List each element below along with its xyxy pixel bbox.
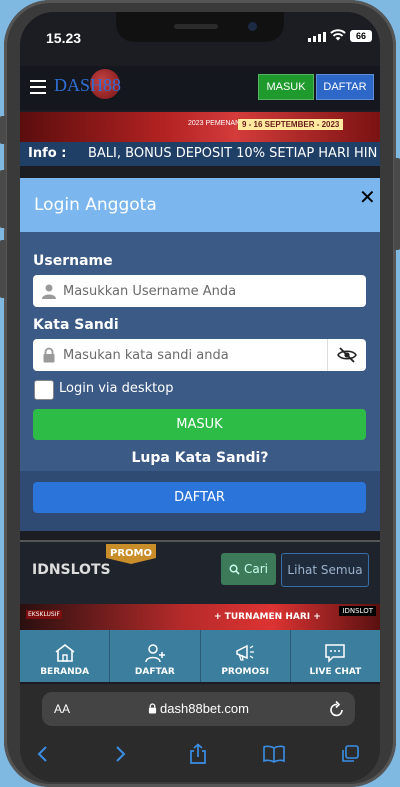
- desktop-checkbox-label[interactable]: Login via desktop: [59, 381, 173, 396]
- idnslots-section: IDNSLOTS PROMO Cari Lihat Semua: [20, 540, 380, 606]
- reload-icon[interactable]: [329, 700, 345, 718]
- status-time: 15.23: [46, 30, 82, 46]
- signal-icon: [308, 32, 326, 42]
- tabs-icon[interactable]: [338, 742, 362, 766]
- notch: [116, 12, 284, 42]
- forward-icon[interactable]: [109, 742, 133, 766]
- browser-url-bar: AA dash88bet.com: [20, 684, 380, 736]
- battery-icon: 66: [350, 30, 372, 42]
- nav-item-live-chat[interactable]: LIVE CHAT: [291, 630, 380, 682]
- eksklusif-badge: EKSKLUSIF: [26, 610, 62, 619]
- site-logo[interactable]: DASH88: [54, 75, 121, 96]
- password-label: Kata Sandi: [33, 317, 119, 333]
- bookmarks-icon[interactable]: [262, 742, 286, 766]
- username-input[interactable]: [63, 275, 323, 307]
- masuk-button[interactable]: MASUK: [33, 409, 366, 440]
- bottom-nav: BERANDA DAFTAR PROMOSI LIVE CHAT: [20, 630, 380, 682]
- promo-badge: PROMO: [106, 544, 156, 564]
- status-bar: 15.23 66: [20, 12, 380, 60]
- header-masuk-button[interactable]: MASUK: [258, 74, 314, 100]
- phone-side-button: [0, 116, 6, 144]
- promo-banner[interactable]: 2023 PEMENANG 9 - 16 SEPTEMBER - 2023: [20, 112, 380, 142]
- chat-icon: [325, 644, 346, 663]
- info-label: Info :: [28, 146, 67, 161]
- eye-off-icon[interactable]: [327, 339, 366, 371]
- back-icon[interactable]: [30, 742, 54, 766]
- modal-title: Login Anggota: [34, 195, 157, 215]
- turnamen-text: + TURNAMEN HARI +: [214, 612, 321, 622]
- see-all-button[interactable]: Lihat Semua: [281, 553, 369, 587]
- nav-item-promosi[interactable]: PROMOSI: [201, 630, 291, 682]
- close-icon[interactable]: ✕: [359, 185, 376, 209]
- banner-dates: 9 - 16 SEPTEMBER - 2023: [238, 119, 344, 130]
- nav-label: BERANDA: [40, 667, 90, 677]
- wifi-icon: [330, 29, 346, 41]
- search-label: Cari: [244, 562, 268, 576]
- nav-label: LIVE CHAT: [309, 667, 362, 677]
- user-icon: [42, 284, 56, 299]
- phone-power-button: [394, 158, 400, 250]
- username-label: Username: [33, 253, 113, 269]
- username-field[interactable]: [33, 275, 366, 307]
- browser-toolbar: [20, 736, 380, 782]
- phone-volume-up: [0, 170, 6, 228]
- idnslot-logo: IDNSLOT: [339, 606, 376, 616]
- info-ticker: Info : BALI, BONUS DEPOSIT 10% SETIAP HA…: [20, 142, 380, 166]
- modal-header: Login Anggota ✕: [20, 178, 380, 232]
- nav-label: PROMOSI: [221, 667, 269, 677]
- menu-icon[interactable]: [30, 80, 46, 94]
- password-field[interactable]: [33, 339, 366, 371]
- search-icon: [229, 564, 240, 575]
- daftar-button[interactable]: DAFTAR: [33, 482, 366, 513]
- desktop-checkbox[interactable]: [34, 380, 54, 400]
- add-user-icon: [145, 644, 165, 663]
- address-field[interactable]: AA dash88bet.com: [42, 692, 355, 726]
- url-text[interactable]: dash88bet.com: [42, 701, 355, 716]
- lock-icon: [43, 347, 55, 363]
- header-daftar-button[interactable]: DAFTAR: [316, 74, 374, 100]
- info-text: BALI, BONUS DEPOSIT 10% SETIAP HARI HIN: [88, 146, 378, 161]
- camera-icon: [248, 22, 257, 31]
- game-banner[interactable]: EKSKLUSIF + TURNAMEN HARI + IDNSLOT: [20, 604, 380, 632]
- megaphone-icon: [236, 644, 255, 661]
- url-label: dash88bet.com: [160, 701, 249, 716]
- home-icon: [55, 643, 75, 662]
- nav-label: DAFTAR: [134, 667, 175, 677]
- forgot-password-link[interactable]: Lupa Kata Sandi?: [20, 450, 380, 466]
- site-header: DASH88 MASUK DAFTAR: [20, 66, 380, 110]
- nav-item-daftar[interactable]: DAFTAR: [110, 630, 201, 682]
- nav-item-beranda[interactable]: BERANDA: [20, 630, 111, 682]
- section-title: IDNSLOTS: [32, 562, 111, 578]
- screen: 15.23 66 DASH88 MASUK DAFTAR 2023 PEMENA…: [20, 12, 380, 782]
- banner-pemenang: 2023 PEMENANG: [188, 120, 246, 127]
- phone-volume-down: [0, 240, 6, 298]
- lock-icon: [148, 703, 157, 714]
- password-input[interactable]: [63, 339, 323, 371]
- login-modal: Login Anggota ✕ Username Kata Sandi Logi…: [20, 178, 380, 471]
- share-icon[interactable]: [186, 742, 210, 766]
- search-button[interactable]: Cari: [221, 553, 276, 585]
